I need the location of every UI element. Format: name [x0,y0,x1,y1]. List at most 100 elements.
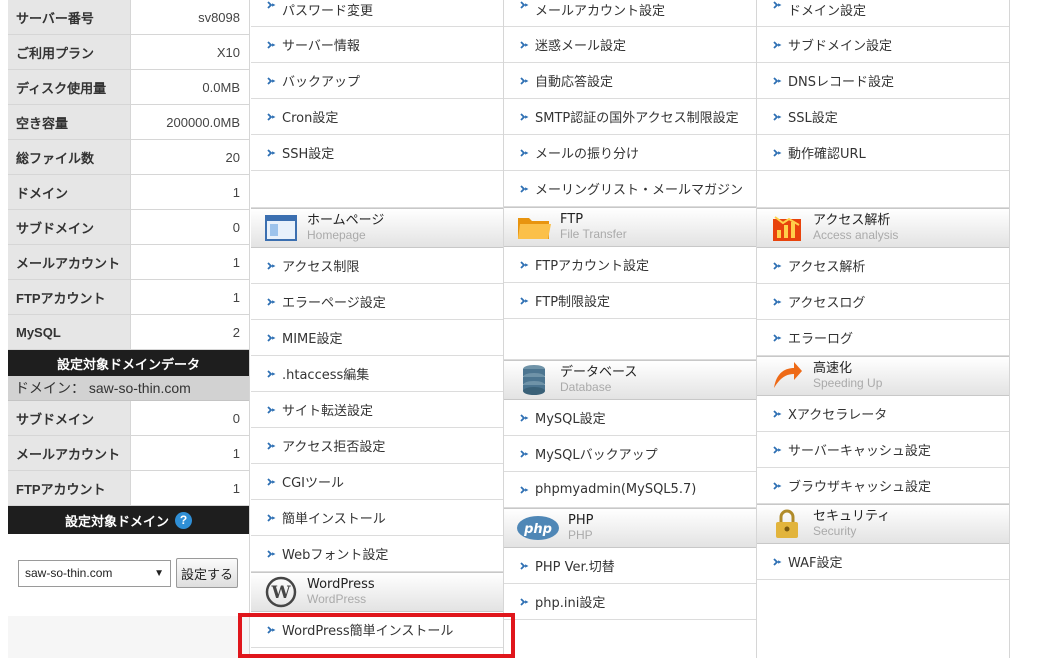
menu-item[interactable]: メーリングリスト・メールマガジン [504,171,756,207]
help-icon[interactable]: ? [175,511,192,529]
menu-item[interactable]: MIME設定 [251,320,503,356]
menu-item[interactable]: パスワード変更 [251,0,503,27]
arrow-icon [519,597,531,607]
svg-text:W: W [270,583,291,603]
section-title-jp: 高速化 [813,361,853,376]
menu-item[interactable]: phpmyadmin(MySQL5.7) [504,472,756,508]
menu-item[interactable]: Cron設定 [251,99,503,135]
menu-item[interactable]: SSL設定 [757,99,1009,135]
info-row: FTPアカウント 1 [8,280,249,315]
menu-item[interactable]: 自動応答設定 [504,63,756,99]
section-title-en: PHP [568,528,593,542]
arrow-icon [266,40,278,50]
menu-item[interactable]: エラーログ [757,320,1009,356]
info-value: 1 [131,175,249,209]
info-label: ドメイン [8,175,131,209]
menu-item[interactable]: MySQL設定 [504,400,756,436]
menu-item[interactable]: ブラウザキャッシュ設定 [757,468,1009,504]
speed-arrow-icon [769,359,805,393]
info-value: 20 [131,140,249,174]
info-value: 0 [131,401,249,435]
menu-item[interactable]: WAF設定 [757,544,1009,580]
menu-item[interactable]: Webフォント設定 [251,536,503,572]
arrow-icon [266,441,278,451]
menu-column-mail: メールアカウント設定迷惑メール設定自動応答設定 SMTP認証の国外アクセス制限設定… [504,0,757,658]
menu-item[interactable]: SSH設定 [251,135,503,171]
info-value: X10 [131,35,249,69]
info-value: 0.0MB [131,70,249,104]
menu-column-domain: ドメイン設定サブドメイン設定 DNSレコード設定 SSL設定 動作確認URL アクセス解… [757,0,1010,658]
arrow-icon [519,0,531,10]
menu-item[interactable]: バックアップ [251,63,503,99]
menu-item[interactable]: サイト転送設定 [251,392,503,428]
menu-item[interactable]: SMTP認証の国外アクセス制限設定 [504,99,756,135]
menu-item[interactable]: php.ini設定 [504,584,756,620]
menu-item[interactable]: Xアクセラレータ [757,396,1009,432]
menu-item[interactable]: メールの振り分け [504,135,756,171]
menu-item[interactable]: 動作確認URL [757,135,1009,171]
database-icon [516,363,552,397]
menu-item-label: CGIツール [282,476,344,491]
menu-item[interactable]: 迷惑メール設定 [504,27,756,63]
empty-cell [504,319,756,360]
menu-item[interactable]: サブドメイン設定 [757,27,1009,63]
menu-item-label: エラーログ [788,332,854,347]
info-label: 空き容量 [8,105,131,139]
menu-item[interactable]: アクセス制限 [251,248,503,284]
arrow-icon [266,549,278,559]
menu-item[interactable]: PHP Ver.切替 [504,548,756,584]
menu-item[interactable]: メールアカウント設定 [504,0,756,27]
menu-item[interactable]: 簡単インストール [251,500,503,536]
menu-column-account: パスワード変更 サーバー情報 バックアップ Cron設定 SSH設定 ホームページ Home… [251,0,504,658]
section-title-en: Database [560,380,612,394]
menu-item[interactable]: サーバー情報 [251,27,503,63]
info-label: メールアカウント [8,436,131,470]
domain-select-value: saw-so-thin.com [25,566,113,580]
menu-item-label: メーリングリスト・メールマガジン [535,183,744,198]
arrow-icon [772,557,784,567]
arrow-icon [266,477,278,487]
menu-item[interactable]: DNSレコード設定 [757,63,1009,99]
info-row: ディスク使用量 0.0MB [8,70,249,105]
menu-item[interactable]: ドメイン設定 [757,0,1009,27]
menu-item[interactable]: アクセスログ [757,284,1009,320]
info-value: 1 [131,280,249,314]
arrow-icon [772,261,784,271]
domain-select-area: saw-so-thin.com ▼ 設定する [8,534,249,616]
menu-item-label: パスワード変更 [282,4,374,19]
menu-item[interactable]: FTP制限設定 [504,283,756,319]
menu-item[interactable]: サーバーキャッシュ設定 [757,432,1009,468]
arrow-icon [266,297,278,307]
arrow-icon [266,333,278,343]
arrow-icon [772,148,784,158]
info-row: 空き容量 200000.0MB [8,105,249,140]
menu-item-label: ドメイン設定 [788,4,867,19]
info-value: 2 [131,315,249,349]
page-margin [1010,0,1055,658]
info-value: sv8098 [131,0,249,34]
arrow-icon [266,513,278,523]
menu-item-label: バックアップ [282,75,361,90]
menu-item-label: アクセスログ [788,296,866,311]
menu-item[interactable]: アクセス拒否設定 [251,428,503,464]
arrow-icon [772,40,784,50]
menu-item[interactable]: エラーページ設定 [251,284,503,320]
info-value: 1 [131,471,249,505]
domain-select[interactable]: saw-so-thin.com ▼ [18,559,171,587]
wordpress-logo-icon: W [263,575,299,609]
set-domain-button[interactable]: 設定する [176,558,239,588]
menu-item[interactable]: FTPアカウント設定 [504,247,756,283]
info-row: サブドメイン 0 [8,401,249,436]
menu-item-label: FTPアカウント設定 [535,259,650,274]
arrow-icon [519,184,531,194]
menu-item[interactable]: MySQLバックアップ [504,436,756,472]
arrow-icon [772,409,784,419]
menu-item-label: SMTP認証の国外アクセス制限設定 [535,111,739,126]
menu-item[interactable]: アクセス解析 [757,248,1009,284]
menu-item[interactable]: CGIツール [251,464,503,500]
menu-item-label: 迷惑メール設定 [535,39,627,54]
target-domain-header: 設定対象ドメイン ? [8,506,249,534]
menu-item[interactable]: .htaccess編集 [251,356,503,392]
arrow-icon [772,481,784,491]
section-header: 高速化 Speeding Up [757,356,1009,396]
